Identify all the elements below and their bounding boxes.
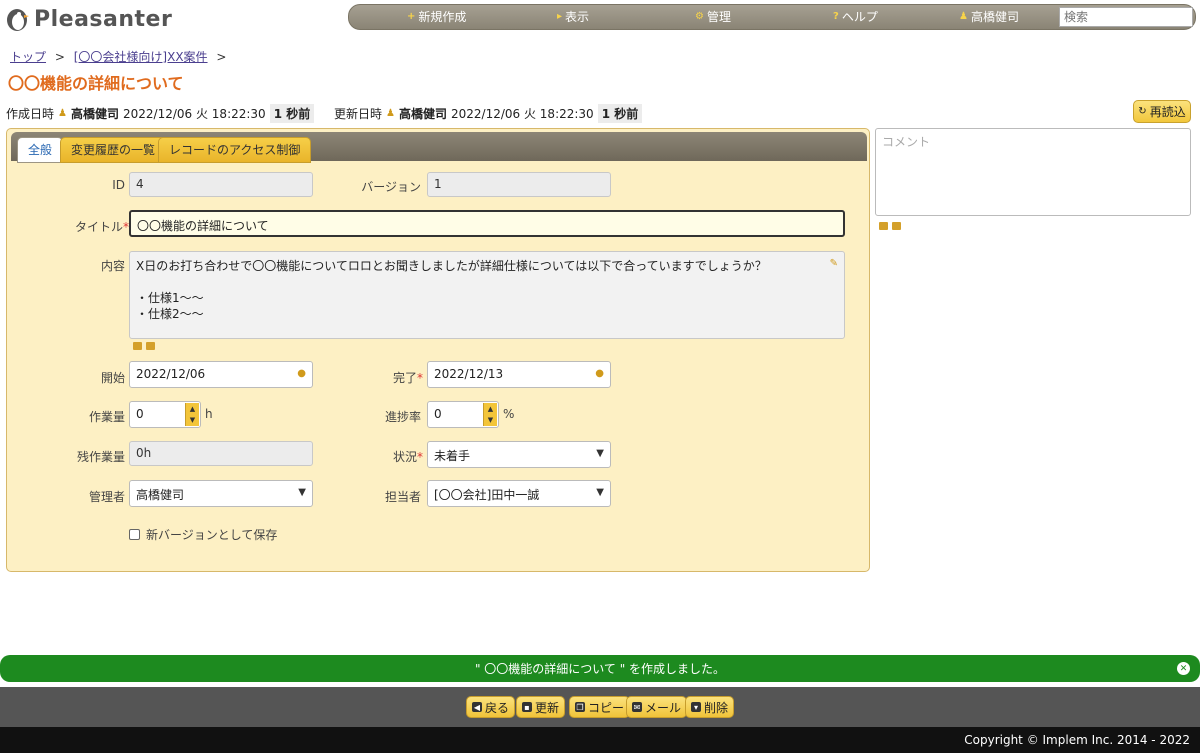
content-label: 内容 xyxy=(100,259,125,273)
tab-history[interactable]: 変更履歴の一覧 xyxy=(60,137,167,163)
clock-icon[interactable]: ● xyxy=(297,368,306,379)
mail-icon: ✉ xyxy=(632,702,642,712)
version-field: 1 xyxy=(427,172,611,197)
start-date-input[interactable]: 2022/12/06 ● xyxy=(129,361,313,388)
id-label: ID xyxy=(112,178,125,192)
success-toast: " 〇〇機能の詳細について " を作成しました。 ✕ xyxy=(0,655,1200,682)
penguin-logo-icon xyxy=(7,9,29,31)
command-bar: ◀ 戻る ▪ 更新 ❐ コピー ✉ メール ▾ 削除 xyxy=(0,687,1200,727)
comment-textarea[interactable]: コメント xyxy=(875,128,1191,216)
spinner-arrows-icon[interactable]: ▲ ▼ xyxy=(185,403,199,426)
tab-access-control[interactable]: レコードのアクセス制御 xyxy=(158,137,312,163)
chevron-down-icon: ▼ xyxy=(596,448,604,459)
status-select[interactable]: 未着手 ▼ xyxy=(427,441,611,468)
search-input[interactable] xyxy=(1059,7,1193,27)
image-icon[interactable] xyxy=(879,222,888,230)
copyright: Copyright © Implem Inc. 2014 - 2022 xyxy=(0,727,1200,753)
trash-icon: ▾ xyxy=(691,702,701,712)
breadcrumb: トップ > [〇〇会社様向け]XX案件 > xyxy=(10,50,227,64)
image-icon[interactable] xyxy=(133,342,142,350)
triangle-right-icon: ▸ xyxy=(557,11,563,22)
main-menu: + 新規作成 ▸ 表示 ⚙ 管理 ? ヘルプ ♟ 高橋健司 xyxy=(348,4,1196,30)
title-input[interactable]: 〇〇機能の詳細について xyxy=(129,210,845,237)
owner-select[interactable]: [〇〇会社]田中一誠 ▼ xyxy=(427,480,611,507)
end-date-input[interactable]: 2022/12/13 ● xyxy=(427,361,611,388)
reload-button[interactable]: ↻ 再読込 xyxy=(1133,100,1191,123)
copy-button[interactable]: ❐ コピー xyxy=(569,696,631,718)
work-unit: h xyxy=(205,407,213,421)
back-arrow-icon: ◀ xyxy=(472,702,482,712)
new-version-checkbox[interactable] xyxy=(129,529,140,540)
refresh-icon: ↻ xyxy=(1138,106,1147,117)
owner-label: 担当者 xyxy=(384,490,421,504)
version-label: バージョン xyxy=(361,180,421,194)
manager-select[interactable]: 高橋健司 ▼ xyxy=(129,480,313,507)
close-icon[interactable]: ✕ xyxy=(1177,662,1190,675)
spinner-arrows-icon[interactable]: ▲ ▼ xyxy=(483,403,497,426)
menu-user[interactable]: ♟ 高橋健司 xyxy=(959,5,1019,29)
title-label: タイトル* xyxy=(74,220,129,234)
menu-new[interactable]: + 新規作成 xyxy=(407,5,466,29)
update-button[interactable]: ▪ 更新 xyxy=(516,696,566,718)
menu-manage[interactable]: ⚙ 管理 xyxy=(695,5,731,29)
app-logo[interactable]: Pleasanter xyxy=(4,4,172,34)
menu-help[interactable]: ? ヘルプ xyxy=(833,5,878,29)
tab-bar: 全般 変更履歴の一覧 レコードのアクセス制御 xyxy=(11,132,867,163)
save-icon: ▪ xyxy=(522,702,532,712)
new-version-row[interactable]: 新バージョンとして保存 xyxy=(129,526,277,543)
updated-info: 更新日時 ♟ 高橋健司 2022/12/06 火 18:22:30 1 秒前 xyxy=(334,104,643,123)
plus-icon: + xyxy=(407,11,416,22)
chevron-down-icon: ▼ xyxy=(298,487,306,498)
progress-label: 進捗率 xyxy=(384,410,421,424)
content-textarea[interactable]: X日のお打ち合わせで〇〇機能についてロロとお聞きしましたが詳細仕様については以下… xyxy=(129,251,845,339)
gear-icon: ⚙ xyxy=(695,11,704,22)
remain-label: 残作業量 xyxy=(76,450,125,464)
person-icon: ♟ xyxy=(386,108,395,119)
comment-attach-icons xyxy=(879,222,901,230)
back-button[interactable]: ◀ 戻る xyxy=(466,696,516,718)
copy-icon: ❐ xyxy=(575,702,585,712)
status-label: 状況* xyxy=(392,450,423,464)
content-attach-icons xyxy=(133,342,155,350)
editor-panel: 全般 変更履歴の一覧 レコードのアクセス制御 ID 4 バージョン 1 タイトル… xyxy=(6,128,870,572)
chevron-down-icon: ▼ xyxy=(596,487,604,498)
start-label: 開始 xyxy=(100,371,125,385)
clock-icon[interactable]: ● xyxy=(595,368,604,379)
progress-unit: % xyxy=(503,407,515,421)
menu-view[interactable]: ▸ 表示 xyxy=(557,5,589,29)
person-icon: ♟ xyxy=(959,11,968,22)
id-field: 4 xyxy=(129,172,313,197)
tab-general[interactable]: 全般 xyxy=(17,137,64,163)
mail-button[interactable]: ✉ メール xyxy=(626,696,688,718)
question-icon: ? xyxy=(833,11,839,22)
pencil-icon[interactable]: ✎ xyxy=(830,256,838,272)
app-name: Pleasanter xyxy=(34,6,173,32)
page-title: 〇〇機能の詳細について xyxy=(8,74,184,93)
person-icon: ♟ xyxy=(58,108,67,119)
work-label: 作業量 xyxy=(88,410,125,424)
breadcrumb-top[interactable]: トップ xyxy=(10,50,46,64)
end-label: 完了* xyxy=(392,371,423,385)
delete-button[interactable]: ▾ 削除 xyxy=(685,696,735,718)
breadcrumb-site[interactable]: [〇〇会社様向け]XX案件 xyxy=(74,50,208,64)
attachment-icon[interactable] xyxy=(892,222,901,230)
progress-stepper[interactable]: 0 ▲ ▼ xyxy=(427,401,499,428)
work-stepper[interactable]: 0 ▲ ▼ xyxy=(129,401,201,428)
attachment-icon[interactable] xyxy=(146,342,155,350)
remain-field: 0h xyxy=(129,441,313,466)
manager-label: 管理者 xyxy=(88,490,125,504)
created-info: 作成日時 ♟ 高橋健司 2022/12/06 火 18:22:30 1 秒前 xyxy=(6,104,315,123)
